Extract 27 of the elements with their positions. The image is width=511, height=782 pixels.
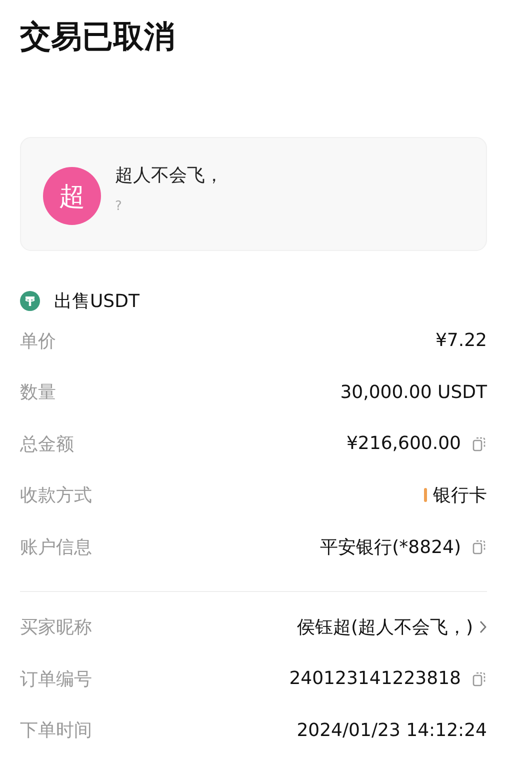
field-label: 总金额 xyxy=(20,432,74,456)
field-value: ¥216,600.00 xyxy=(346,433,461,454)
tether-icon xyxy=(20,291,40,311)
user-name: 超人不会飞， xyxy=(115,164,223,186)
field-value: 银行卡 xyxy=(433,484,487,508)
field-label: 下单时间 xyxy=(20,719,92,742)
user-subtitle: ? xyxy=(115,198,123,214)
copy-icon[interactable] xyxy=(471,670,487,687)
field-label: 买家昵称 xyxy=(20,616,92,640)
field-value: ¥7.22 xyxy=(435,330,487,352)
copy-icon[interactable] xyxy=(471,538,487,555)
field-label: 单价 xyxy=(20,330,56,353)
field-label: 收款方式 xyxy=(20,484,92,508)
method-marker xyxy=(424,488,427,502)
field-value: 240123141223818 xyxy=(289,668,461,690)
chevron-right-icon[interactable] xyxy=(479,620,487,634)
field-value: 30,000.00 USDT xyxy=(340,382,487,403)
field-label: 数量 xyxy=(20,381,56,404)
page-title: 交易已取消 xyxy=(20,18,176,57)
avatar: 超 xyxy=(43,167,101,225)
field-value: 平安银行(*8824) xyxy=(320,536,461,559)
field-label: 订单编号 xyxy=(20,668,92,691)
copy-icon[interactable] xyxy=(471,436,487,452)
trade-type: 出售USDT xyxy=(54,290,140,313)
field-label: 账户信息 xyxy=(20,536,92,559)
field-value: 2024/01/23 14:12:24 xyxy=(296,720,487,741)
field-value[interactable]: 侯钰超(超人不会飞，) xyxy=(296,615,473,640)
